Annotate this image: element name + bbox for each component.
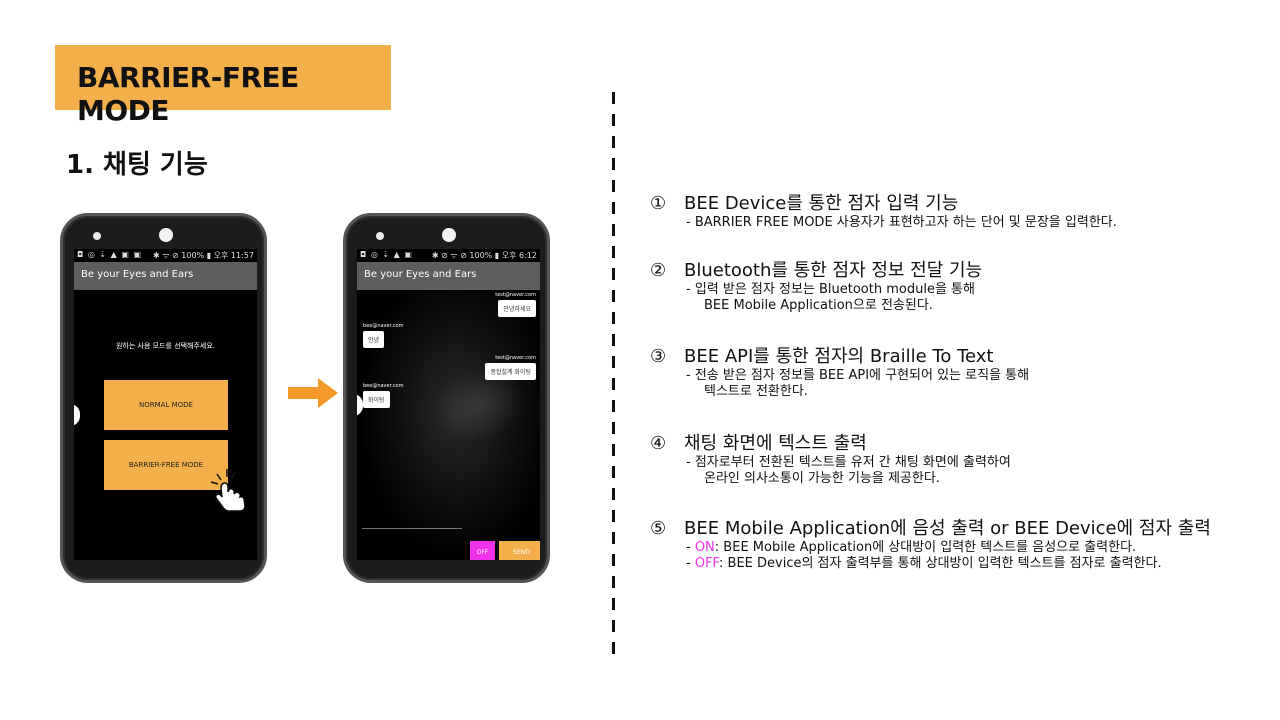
chat-bubble: 화이팅 — [363, 391, 390, 408]
page-title: BARRIER-FREE MODE — [77, 61, 299, 127]
hand-pointer-icon — [210, 469, 246, 512]
feature-description: 텍스트로 전환한다. — [704, 384, 808, 399]
feature-description: - 전송 받은 점자 정보를 BEE API에 구현되어 있는 로직을 통해 — [686, 368, 1030, 383]
arrow-right-icon — [288, 378, 338, 408]
feature-heading: BEE Mobile Application에 음성 출력 or BEE Dev… — [684, 518, 1211, 539]
feature-description: - BARRIER FREE MODE 사용자가 표현하고자 하는 단어 및 문… — [686, 215, 1117, 230]
on-description: : BEE Mobile Application에 상대방이 입력한 텍스트를 … — [714, 540, 1137, 555]
message-sender: bee@naver.com — [363, 323, 404, 329]
feature-number: ③ — [650, 346, 667, 367]
side-drawer-handle[interactable] — [74, 404, 80, 426]
app-bar: Be your Eyes and Ears — [357, 262, 540, 290]
phone-camera — [93, 232, 101, 240]
phone-camera — [376, 232, 384, 240]
feature-number: ④ — [650, 433, 667, 454]
status-icons-right: ✱ ⊘ ᯤ ⊘ 100% ▮ 오후 6:12 — [431, 251, 537, 260]
phone-speaker — [442, 228, 456, 242]
feature-description: - 입력 받은 점자 정보는 Bluetooth module을 통해 — [686, 282, 975, 297]
app-title: Be your Eyes and Ears — [364, 269, 477, 280]
feature-3: ③ BEE API를 통한 점자의 Braille To Text - 전송 받은… — [650, 342, 1270, 400]
status-bar: ◘ ◎ ⇣ ▲ ▣ ✱ ⊘ ᯤ ⊘ 100% ▮ 오후 6:12 — [357, 249, 540, 262]
feature-description: 온라인 의사소통이 가능한 기능을 제공한다. — [704, 471, 940, 486]
feature-number: ② — [650, 260, 667, 281]
phone-mode-select: ◘ ◎ ⇣ ▲ ▣ ▣ ✱ ᯤ ⊘ 100% ▮ 오후 11:57 Be you… — [60, 213, 267, 583]
status-icons-right: ✱ ᯤ ⊘ 100% ▮ 오후 11:57 — [152, 251, 254, 260]
feature-description-on: - ON: BEE Mobile Application에 상대방이 입력한 텍… — [686, 540, 1137, 555]
app-title: Be your Eyes and Ears — [81, 269, 194, 280]
mode-prompt: 원하는 사용 모드를 선택해주세요. — [115, 342, 216, 350]
chat-bubble: 안녕하세요 — [498, 300, 536, 317]
chat-bubble: 안녕 — [363, 331, 385, 348]
message-sender: test@naver.com — [495, 355, 536, 361]
chat-message-input[interactable] — [362, 507, 462, 529]
normal-mode-button[interactable]: NORMAL MODE — [104, 380, 228, 430]
phone-screen: ◘ ◎ ⇣ ▲ ▣ ▣ ✱ ᯤ ⊘ 100% ▮ 오후 11:57 Be you… — [74, 249, 257, 560]
message-sender: test@naver.com — [495, 292, 536, 298]
phone-chat: ◘ ◎ ⇣ ▲ ▣ ✱ ⊘ ᯤ ⊘ 100% ▮ 오후 6:12 Be your… — [343, 213, 550, 583]
section-title: 1. 채팅 기능 — [66, 150, 208, 180]
feature-number: ⑤ — [650, 518, 667, 539]
feature-1: ① BEE Device를 통한 점자 입력 기능 - BARRIER FREE … — [650, 189, 1270, 231]
feature-4: ④ 채팅 화면에 텍스트 출력 - 점자로부터 전환된 텍스트를 유저 간 채팅 … — [650, 429, 1270, 487]
phone-screen: ◘ ◎ ⇣ ▲ ▣ ✱ ⊘ ᯤ ⊘ 100% ▮ 오후 6:12 Be your… — [357, 249, 540, 560]
chat-bubble: 종합설계 화이팅 — [485, 363, 536, 380]
off-toggle-button[interactable]: OFF — [470, 541, 495, 560]
phone-speaker — [159, 228, 173, 242]
feature-heading: BEE Device를 통한 점자 입력 기능 — [684, 193, 959, 214]
send-button[interactable]: SEND — [499, 541, 540, 560]
message-sender: bee@naver.com — [363, 383, 404, 389]
feature-2: ② Bluetooth를 통한 점자 정보 전달 기능 - 입력 받은 점자 정보… — [650, 256, 1270, 314]
feature-description: BEE Mobile Application으로 전송된다. — [704, 298, 933, 313]
feature-5: ⑤ BEE Mobile Application에 음성 출력 or BEE De… — [650, 514, 1270, 572]
feature-description-off: - OFF: BEE Device의 점자 출력부를 통해 상대방이 입력한 텍… — [686, 556, 1162, 571]
status-icons-left: ◘ ◎ ⇣ ▲ ▣ — [360, 250, 413, 259]
status-icons-left: ◘ ◎ ⇣ ▲ ▣ ▣ — [77, 250, 142, 259]
dashed-divider — [612, 92, 615, 654]
feature-description: - 점자로부터 전환된 텍스트를 유저 간 채팅 화면에 출력하여 — [686, 455, 1011, 470]
feature-heading: BEE API를 통한 점자의 Braille To Text — [684, 346, 994, 367]
feature-heading: Bluetooth를 통한 점자 정보 전달 기능 — [684, 260, 983, 281]
off-label: OFF — [694, 556, 720, 571]
app-bar: Be your Eyes and Ears — [74, 262, 257, 290]
status-bar: ◘ ◎ ⇣ ▲ ▣ ▣ ✱ ᯤ ⊘ 100% ▮ 오후 11:57 — [74, 249, 257, 262]
title-box: BARRIER-FREE MODE — [55, 45, 391, 127]
off-description: : BEE Device의 점자 출력부를 통해 상대방이 입력한 텍스트를 점… — [719, 556, 1162, 571]
feature-heading: 채팅 화면에 텍스트 출력 — [684, 433, 867, 454]
on-label: ON — [694, 540, 715, 555]
feature-number: ① — [650, 193, 667, 214]
